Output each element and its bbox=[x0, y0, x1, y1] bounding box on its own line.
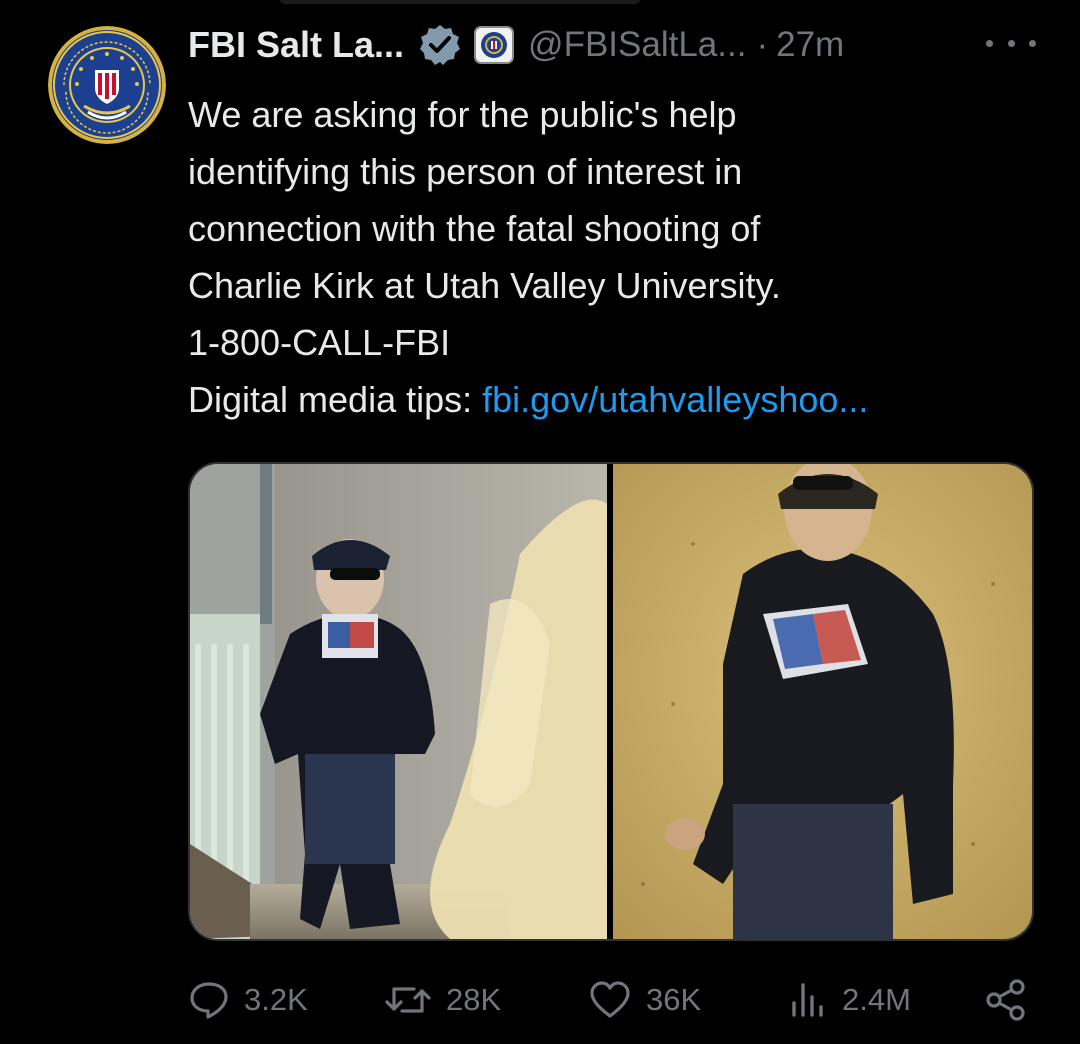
fbi-seal-icon bbox=[48, 26, 166, 144]
tips-line: Digital media tips: fbi.gov/utahvalleysh… bbox=[188, 371, 1048, 428]
tweet-header: FBI Salt La... @FBISaltLa... · 27m bbox=[188, 22, 1048, 68]
like-button[interactable]: 36K bbox=[588, 972, 701, 1028]
tweet-action-bar: 3.2K 28K 36K 2.4M bbox=[188, 972, 1038, 1028]
repost-button[interactable]: 28K bbox=[384, 972, 501, 1028]
fbi-seal-avatar[interactable] bbox=[48, 26, 166, 144]
media-grid bbox=[188, 462, 1034, 941]
views-button[interactable]: 2.4M bbox=[788, 972, 911, 1028]
more-dot bbox=[1029, 39, 1036, 47]
previous-tweet-edge bbox=[280, 0, 640, 4]
user-handle[interactable]: @FBISaltLa... bbox=[528, 25, 746, 65]
surveillance-photo-left[interactable] bbox=[190, 464, 607, 939]
tweet-text-line: 1-800-CALL-FBI bbox=[188, 322, 451, 363]
surveillance-photo-right[interactable] bbox=[613, 464, 1032, 939]
reply-button[interactable]: 3.2K bbox=[188, 972, 308, 1028]
verified-badge-icon[interactable] bbox=[418, 23, 462, 67]
fbi-affiliate-badge-icon[interactable] bbox=[474, 26, 515, 64]
tips-link[interactable]: fbi.gov/utahvalleyshoo... bbox=[482, 379, 868, 420]
display-name[interactable]: FBI Salt La... bbox=[188, 24, 404, 66]
views-count: 2.4M bbox=[842, 982, 911, 1017]
share-button[interactable] bbox=[984, 972, 1028, 1028]
tips-label: Digital media tips: bbox=[188, 379, 473, 420]
repost-icon bbox=[385, 987, 431, 1013]
separator-dot: · bbox=[756, 25, 769, 64]
timestamp[interactable]: 27m bbox=[776, 25, 844, 65]
tweet-text-line: We are asking for the public's help bbox=[188, 94, 737, 135]
reply-icon bbox=[190, 982, 228, 1019]
more-dot bbox=[1007, 39, 1015, 47]
tweet-text: We are asking for the public's help iden… bbox=[188, 86, 1048, 428]
reply-count: 3.2K bbox=[244, 982, 308, 1017]
tweet-text-line: connection with the fatal shooting of bbox=[188, 208, 761, 249]
views-bar-chart-icon bbox=[792, 983, 823, 1017]
like-count: 36K bbox=[646, 982, 702, 1017]
tweet-text-line: identifying this person of interest in bbox=[188, 151, 743, 192]
heart-icon bbox=[590, 981, 630, 1018]
more-dot bbox=[986, 39, 993, 47]
repost-count: 28K bbox=[446, 982, 502, 1017]
share-icon bbox=[986, 979, 1025, 1021]
more-options-icon[interactable] bbox=[986, 28, 1036, 58]
tweet-text-line: Charlie Kirk at Utah Valley University. bbox=[188, 265, 781, 306]
